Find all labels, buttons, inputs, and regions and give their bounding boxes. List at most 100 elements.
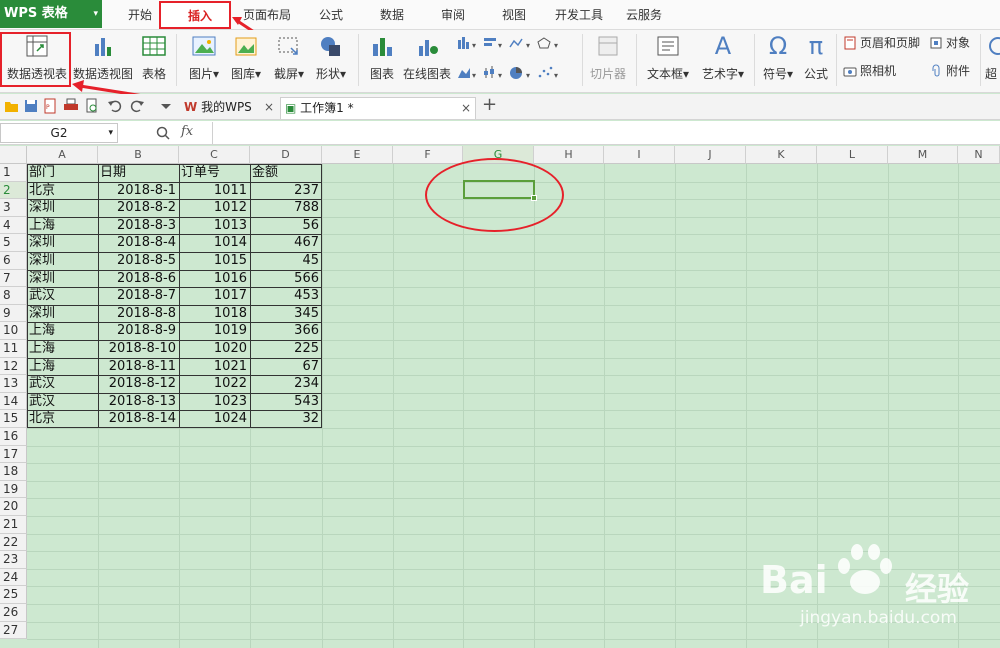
row-header-1[interactable]: 1: [0, 164, 27, 182]
cell-a8[interactable]: 武汉: [27, 287, 98, 305]
column-header-n[interactable]: N: [958, 146, 1000, 164]
cell-c6[interactable]: 1015: [179, 252, 250, 270]
tab-formulas[interactable]: 公式: [319, 6, 343, 23]
column-header-i[interactable]: I: [604, 146, 675, 164]
row-header-8[interactable]: 8: [0, 287, 27, 305]
app-menu-button[interactable]: WPS 表格 ▾: [0, 0, 102, 28]
symbol-button[interactable]: Ω 符号▾: [758, 30, 798, 90]
column-header-f[interactable]: F: [393, 146, 463, 164]
row-header-2[interactable]: 2: [0, 181, 27, 200]
column-header-l[interactable]: L: [817, 146, 888, 164]
close-icon[interactable]: ×: [264, 97, 274, 117]
row-header-27[interactable]: 27: [0, 621, 27, 640]
cell-c4[interactable]: 1013: [179, 217, 250, 235]
cell-b8[interactable]: 2018-8-7: [98, 287, 179, 305]
row-header-6[interactable]: 6: [0, 252, 27, 270]
cell-c5[interactable]: 1014: [179, 234, 250, 252]
cell-d1[interactable]: 金额: [250, 164, 322, 182]
cell-b14[interactable]: 2018-8-13: [98, 393, 179, 411]
name-box[interactable]: G2 ▾: [0, 123, 118, 143]
cell-d2[interactable]: 237: [250, 182, 322, 200]
cell-d5[interactable]: 467: [250, 234, 322, 252]
row-header-3[interactable]: 3: [0, 199, 27, 217]
redo-icon[interactable]: [129, 98, 145, 114]
row-header-18[interactable]: 18: [0, 463, 27, 481]
cell-a1[interactable]: 部门: [27, 164, 98, 182]
select-all-corner[interactable]: [0, 146, 27, 164]
customize-dropdown-icon[interactable]: [158, 98, 174, 114]
row-header-22[interactable]: 22: [0, 533, 27, 552]
cell-d10[interactable]: 366: [250, 322, 322, 340]
cell-c1[interactable]: 订单号: [179, 164, 250, 182]
cell-d4[interactable]: 56: [250, 217, 322, 235]
cell-d9[interactable]: 345: [250, 305, 322, 323]
cell-a14[interactable]: 武汉: [27, 393, 98, 411]
cell-b9[interactable]: 2018-8-8: [98, 305, 179, 323]
gallery-button[interactable]: 图库▾: [228, 30, 264, 90]
cell-b13[interactable]: 2018-8-12: [98, 375, 179, 393]
tab-view[interactable]: 视图: [502, 6, 526, 23]
cell-c9[interactable]: 1018: [179, 305, 250, 323]
add-tab-icon[interactable]: +: [482, 94, 497, 115]
cell-d12[interactable]: 67: [250, 358, 322, 376]
row-header-7[interactable]: 7: [0, 269, 27, 288]
hyperlink-button[interactable]: 超: [985, 30, 1000, 90]
online-chart-button[interactable]: 在线图表: [402, 30, 452, 90]
formula-input[interactable]: [212, 122, 1000, 144]
column-header-e[interactable]: E: [322, 146, 393, 164]
zoom-icon[interactable]: [155, 125, 171, 141]
row-header-24[interactable]: 24: [0, 568, 27, 587]
column-header-d[interactable]: D: [250, 146, 322, 164]
camera-button[interactable]: 照相机: [843, 62, 896, 80]
tab-developer[interactable]: 开发工具: [555, 6, 603, 23]
column-header-c[interactable]: C: [179, 146, 250, 164]
column-header-a[interactable]: A: [27, 146, 98, 164]
cell-d11[interactable]: 225: [250, 340, 322, 358]
column-header-h[interactable]: H: [534, 146, 604, 164]
close-icon[interactable]: ×: [461, 98, 471, 118]
cell-b10[interactable]: 2018-8-9: [98, 322, 179, 340]
row-header-21[interactable]: 21: [0, 516, 27, 534]
column-header-m[interactable]: M: [888, 146, 958, 164]
cell-b11[interactable]: 2018-8-10: [98, 340, 179, 358]
cell-b2[interactable]: 2018-8-1: [98, 182, 179, 200]
row-header-16[interactable]: 16: [0, 428, 27, 446]
tab-home[interactable]: 开始: [128, 6, 152, 23]
cell-a10[interactable]: 上海: [27, 322, 98, 340]
cell-c10[interactable]: 1019: [179, 322, 250, 340]
attachment-button[interactable]: 附件: [929, 62, 970, 80]
cell-d7[interactable]: 566: [250, 270, 322, 288]
cell-a2[interactable]: 北京: [27, 182, 98, 200]
picture-button[interactable]: 图片▾: [184, 30, 224, 90]
row-header-20[interactable]: 20: [0, 498, 27, 516]
cell-a3[interactable]: 深圳: [27, 199, 98, 217]
cell-d13[interactable]: 234: [250, 375, 322, 393]
slicer-button[interactable]: 切片器: [588, 30, 628, 90]
cell-d15[interactable]: 32: [250, 410, 322, 428]
undo-icon[interactable]: [107, 98, 123, 114]
cell-b12[interactable]: 2018-8-11: [98, 358, 179, 376]
cell-a15[interactable]: 北京: [27, 410, 98, 428]
row-header-11[interactable]: 11: [0, 340, 27, 358]
cell-c12[interactable]: 1021: [179, 358, 250, 376]
column-header-b[interactable]: B: [98, 146, 179, 164]
wordart-button[interactable]: A 艺术字▾: [698, 30, 748, 90]
cell-c11[interactable]: 1020: [179, 340, 250, 358]
chart-types-gallery[interactable]: ▾ ▾ ▾ ▾ ▾ ▾ ▾ ▾: [458, 36, 578, 86]
cell-c8[interactable]: 1017: [179, 287, 250, 305]
row-header-19[interactable]: 19: [0, 480, 27, 499]
print-icon[interactable]: [63, 98, 79, 114]
cell-b3[interactable]: 2018-8-2: [98, 199, 179, 217]
tab-insert-label[interactable]: 插入: [188, 7, 212, 24]
open-folder-icon[interactable]: [4, 98, 20, 114]
print-preview-icon[interactable]: [84, 98, 100, 114]
tab-cloud[interactable]: 云服务: [626, 6, 662, 23]
export-pdf-icon[interactable]: P: [42, 98, 58, 114]
doc-tab-workbook[interactable]: ▣ 工作簿1 * ×: [280, 97, 476, 119]
shape-button[interactable]: 形状▾: [312, 30, 350, 90]
cell-c7[interactable]: 1016: [179, 270, 250, 288]
cell-b7[interactable]: 2018-8-6: [98, 270, 179, 288]
row-header-10[interactable]: 10: [0, 322, 27, 340]
cell-a12[interactable]: 上海: [27, 358, 98, 376]
cell-c13[interactable]: 1022: [179, 375, 250, 393]
